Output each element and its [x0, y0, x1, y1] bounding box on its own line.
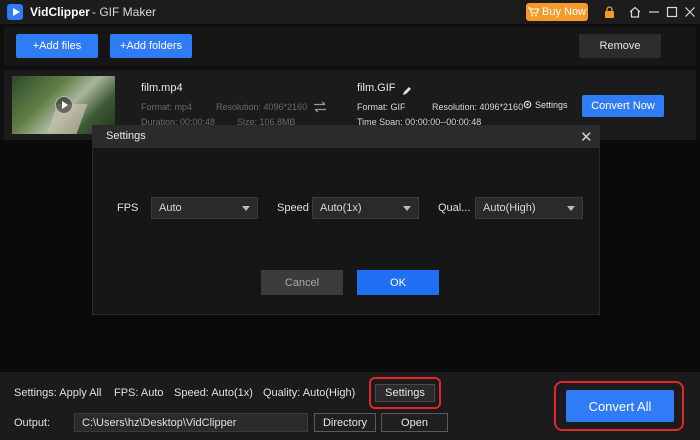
chevron-down-icon	[567, 206, 575, 211]
logo-icon	[7, 4, 23, 20]
convert-arrows-icon	[313, 100, 327, 113]
gear-icon	[523, 100, 532, 109]
cancel-button[interactable]: Cancel	[261, 270, 343, 295]
quality-value: Auto(High)	[483, 202, 536, 214]
play-icon[interactable]	[55, 96, 73, 114]
add-files-button[interactable]: +Add files	[16, 34, 98, 58]
dialog-header: Settings ✕	[93, 126, 599, 148]
convert-all-button[interactable]: Convert All	[566, 390, 674, 422]
open-button[interactable]: Open	[381, 413, 448, 432]
settings-summary: Settings: Apply All	[14, 387, 102, 399]
settings-button[interactable]: Settings	[375, 384, 435, 402]
fps-select[interactable]: Auto	[151, 197, 258, 219]
directory-button[interactable]: Directory	[314, 413, 376, 432]
lock-icon[interactable]	[601, 4, 617, 20]
fps-summary: FPS: Auto	[114, 387, 164, 399]
cart-icon	[527, 7, 539, 17]
output-path-field[interactable]: C:\Users\hz\Desktop\VidClipper	[74, 413, 308, 432]
dialog-close-icon[interactable]: ✕	[580, 128, 593, 146]
close-icon[interactable]	[682, 4, 698, 20]
app-name: VidClipper	[30, 5, 90, 19]
minimize-icon[interactable]	[646, 4, 662, 20]
settings-dialog: Settings ✕ FPS Auto Speed Auto(1x) Qual.…	[92, 125, 600, 315]
fps-label: FPS	[117, 202, 139, 214]
maximize-icon[interactable]	[664, 4, 680, 20]
output-filename: film.GIF	[357, 82, 396, 94]
speed-select[interactable]: Auto(1x)	[312, 197, 419, 219]
chevron-down-icon	[403, 206, 411, 211]
source-filename: film.mp4	[141, 82, 183, 94]
app-window: VidClipper - GIF Maker Buy Now +Add file…	[0, 0, 700, 440]
convert-now-button[interactable]: Convert Now	[582, 95, 664, 117]
output-label: Output:	[14, 417, 51, 429]
file-settings-label: Settings	[535, 99, 568, 110]
quality-summary: Quality: Auto(High)	[263, 387, 356, 399]
speed-summary: Speed: Auto(1x)	[174, 387, 253, 399]
source-format: Format: mp4	[141, 102, 193, 112]
fps-value: Auto	[159, 202, 182, 214]
source-resolution: Resolution: 4096*2160	[216, 102, 308, 112]
chevron-down-icon	[242, 206, 250, 211]
remove-button[interactable]: Remove	[579, 34, 661, 58]
edit-name-icon[interactable]	[402, 83, 412, 95]
speed-value: Auto(1x)	[320, 202, 362, 214]
quality-select[interactable]: Auto(High)	[475, 197, 583, 219]
output-resolution: Resolution: 4096*2160	[432, 102, 524, 112]
toolbar: +Add files +Add folders Remove	[4, 26, 696, 66]
app-subtitle: - GIF Maker	[92, 5, 157, 19]
title-bar: VidClipper - GIF Maker Buy Now	[0, 0, 700, 24]
speed-label: Speed	[277, 202, 309, 214]
output-format: Format: GIF	[357, 102, 406, 112]
ok-button[interactable]: OK	[357, 270, 439, 295]
home-icon[interactable]	[627, 4, 643, 20]
dialog-title: Settings	[106, 130, 146, 142]
buy-now-button[interactable]: Buy Now	[526, 3, 588, 21]
file-settings-link[interactable]: Settings	[522, 99, 568, 110]
buy-now-label: Buy Now	[541, 6, 587, 18]
add-folders-button[interactable]: +Add folders	[110, 34, 192, 58]
bottom-bar: Settings: Apply All FPS: Auto Speed: Aut…	[0, 372, 700, 440]
quality-label: Qual...	[438, 202, 471, 214]
